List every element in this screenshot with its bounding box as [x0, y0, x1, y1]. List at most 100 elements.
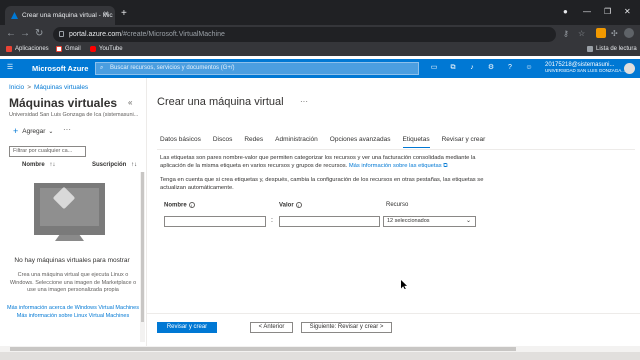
tab-review-create[interactable]: Revisar y crear — [442, 136, 486, 148]
footer-divider — [147, 313, 640, 314]
info-icon[interactable]: i — [188, 202, 195, 208]
left-panel-scrollbar[interactable] — [140, 172, 145, 342]
bookmark-apps[interactable]: Aplicaciones — [6, 46, 49, 52]
info-icon[interactable]: i — [295, 202, 302, 208]
link-windows-vms[interactable]: Más información acerca de Windows Virtua… — [7, 305, 139, 311]
help-icon[interactable]: ? — [506, 64, 514, 72]
resource-label: Recurso — [386, 202, 409, 208]
feedback-icon[interactable]: ☺ — [525, 64, 533, 72]
browser-tab[interactable]: Crear una máquina virtual - Mic ✕ — [5, 6, 115, 25]
tags-info-link[interactable]: Más información sobre las etiquetas — [349, 163, 442, 169]
azure-brand[interactable]: Microsoft Azure — [32, 64, 88, 73]
column-header-name[interactable]: Nombre ↑↓ — [22, 162, 55, 168]
account-info[interactable]: 20175218@sistemasuni... UNIVERSIDAD SAN … — [545, 62, 625, 74]
note-paragraph: Tenga en cuenta que si crea etiquetas y,… — [160, 177, 484, 191]
tab-disks[interactable]: Discos — [213, 136, 233, 148]
info-links: Más información acerca de Windows Virtua… — [6, 305, 140, 320]
add-button[interactable]: + Agregar ⌄ — [13, 126, 53, 136]
left-panel-title: Máquinas virtuales — [9, 96, 118, 110]
key-icon[interactable]: ⚷ — [563, 29, 569, 38]
scrollbar-thumb[interactable] — [10, 347, 516, 351]
apps-grid-icon — [6, 46, 12, 52]
virtual-machine-illustration-icon — [34, 183, 105, 235]
cloud-shell-icon[interactable]: ▭ — [430, 64, 438, 72]
search-icon: ⌕ — [100, 65, 104, 71]
external-link-icon: ⧉ — [441, 163, 448, 169]
forward-icon[interactable]: → — [20, 28, 30, 39]
reload-icon[interactable]: ↻ — [35, 28, 43, 39]
tab-advanced[interactable]: Opciones avanzadas — [330, 136, 391, 148]
tab-basics[interactable]: Datos básicos — [160, 136, 201, 148]
bottom-strip — [0, 352, 640, 360]
mouse-cursor-icon — [401, 280, 407, 289]
link-linux-vms[interactable]: Más información sobre Linux Virtual Mach… — [17, 313, 129, 319]
bookmark-youtube[interactable]: YouTube — [90, 46, 123, 52]
page-title: Crear una máquina virtual — [157, 96, 284, 108]
reading-list-icon — [587, 46, 593, 52]
tab-networking[interactable]: Redes — [244, 136, 263, 148]
bookmark-youtube-label: YouTube — [99, 46, 123, 52]
sort-icon: ↑↓ — [131, 162, 138, 168]
hamburger-menu-icon[interactable]: ☰ — [6, 64, 14, 72]
more-options-icon[interactable]: ··· — [300, 97, 308, 106]
breadcrumb-vms[interactable]: Máquinas virtuales — [34, 84, 88, 91]
panel-divider — [146, 78, 147, 346]
filter-input[interactable]: Filtrar por cualquier ca... — [9, 146, 86, 157]
breadcrumb: Inicio > Máquinas virtuales — [9, 84, 88, 91]
maximize-icon[interactable]: ❐ — [604, 7, 611, 16]
name-value-separator: : — [271, 217, 273, 224]
name-label: Nombre — [164, 202, 187, 209]
review-create-button[interactable]: Revisar y crear — [157, 322, 217, 333]
bookmark-apps-label: Aplicaciones — [15, 46, 49, 52]
settings-icon[interactable]: ⚙ — [487, 64, 495, 72]
tag-value-input[interactable] — [279, 216, 380, 227]
resource-select[interactable]: 12 seleccionados ⌄ — [383, 216, 476, 227]
breadcrumb-home[interactable]: Inicio — [9, 84, 24, 91]
close-tab-icon[interactable]: ✕ — [103, 10, 109, 18]
url-host: portal.azure.com — [69, 31, 122, 38]
monitor-stand — [55, 235, 84, 241]
plus-icon: + — [13, 126, 19, 136]
tag-name-input[interactable] — [164, 216, 266, 227]
notifications-icon[interactable]: ♪ — [468, 64, 476, 72]
value-column-label: Valor i — [279, 202, 302, 209]
bookmark-gmail[interactable]: Gmail — [56, 46, 81, 52]
azure-top-bar: ☰ Microsoft Azure ⌕ Buscar recursos, ser… — [0, 59, 640, 78]
record-icon[interactable]: ● — [563, 7, 568, 16]
tab-tags[interactable]: Etiquetas — [402, 136, 430, 148]
name-column-label: Nombre i — [164, 202, 195, 209]
next-button[interactable]: Siguiente: Revisar y crear > — [301, 322, 392, 333]
chevron-down-icon: ⌄ — [465, 218, 471, 224]
global-search-input[interactable]: ⌕ Buscar recursos, servicios y documento… — [95, 62, 419, 75]
url-input[interactable]: portal.azure.com/#create/Microsoft.Virtu… — [53, 27, 556, 42]
empty-state-title: No hay máquinas virtuales para mostrar — [14, 257, 130, 264]
extension-icon[interactable] — [596, 28, 606, 38]
column-header-subscription[interactable]: Suscripción ↑↓ — [92, 162, 137, 168]
minimize-icon[interactable]: — — [583, 7, 591, 16]
directory-filter-icon[interactable]: ⧉ — [449, 64, 457, 72]
new-tab-icon[interactable]: + — [121, 8, 127, 19]
account-org: UNIVERSIDAD SAN LUIS GONZAGA... — [545, 68, 626, 73]
close-window-icon[interactable]: ✕ — [624, 7, 631, 16]
url-path: /#create/Microsoft.VirtualMachine — [121, 31, 225, 38]
breadcrumb-separator: > — [27, 84, 31, 91]
avatar[interactable] — [624, 63, 635, 74]
puzzle-icon[interactable]: ✣ — [611, 29, 618, 38]
profile-avatar[interactable] — [624, 28, 634, 38]
left-panel-subtitle: Universidad San Luis Gonzaga de Ica (sis… — [9, 112, 139, 118]
youtube-icon — [90, 46, 96, 52]
gmail-icon — [56, 46, 62, 52]
reading-list[interactable]: Lista de lectura — [587, 46, 637, 52]
lock-icon — [59, 31, 64, 37]
back-icon[interactable]: ← — [6, 28, 16, 39]
collapse-panel-icon[interactable]: « — [128, 98, 132, 107]
bookmarks-bar: Aplicaciones Gmail YouTube Lista de lect… — [0, 44, 640, 56]
wizard-tabs: Datos básicos Discos Redes Administració… — [160, 136, 497, 148]
more-options-icon[interactable]: ··· — [63, 125, 71, 134]
scrollbar-thumb[interactable] — [141, 172, 144, 322]
add-label: Agregar — [22, 127, 46, 135]
column-subscription-label: Suscripción — [92, 162, 127, 168]
star-icon[interactable]: ☆ — [578, 29, 585, 38]
tab-management[interactable]: Administración — [275, 136, 318, 148]
previous-button[interactable]: < Anterior — [250, 322, 293, 333]
